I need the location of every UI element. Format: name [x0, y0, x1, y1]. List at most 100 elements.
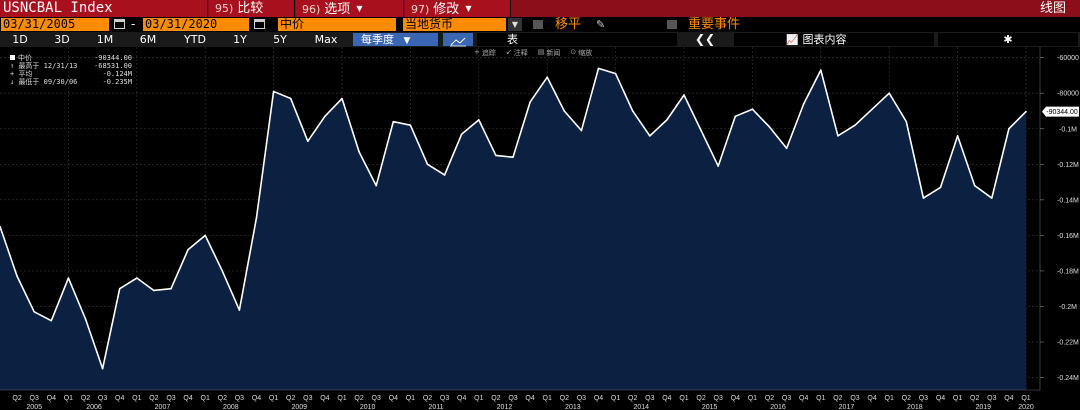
x-quarter-label: Q4: [47, 395, 56, 402]
x-year-label: 2005: [26, 404, 42, 410]
parameter-bar: 03/31/2005 - 03/31/2020 中价 当地货币 ▼ 移平 ✎ 重…: [0, 17, 1080, 32]
annotate-icon: ↙: [505, 48, 512, 56]
chevron-down-icon: ▼: [356, 4, 363, 13]
gear-icon[interactable]: ✱: [938, 33, 1078, 46]
chevron-down-icon[interactable]: ▼: [508, 18, 522, 31]
chart-area[interactable]: -60000 -80000 -0.1M -0.12M -0.14M -0.16M -0.18…: [0, 47, 1080, 410]
data-point: [939, 186, 942, 189]
calendar-icon[interactable]: [114, 19, 125, 29]
x-quarter-label: Q2: [696, 395, 705, 402]
y-tick-label: -0.22M: [1057, 340, 1079, 347]
data-point: [922, 197, 925, 199]
data-point: [153, 289, 155, 292]
data-point: [717, 165, 719, 167]
x-year-label: 2009: [291, 404, 307, 410]
data-point: [101, 367, 104, 370]
period-1y-button[interactable]: 1Y: [226, 33, 254, 46]
zoom-tool[interactable]: ⊙ 缩放: [570, 48, 592, 58]
news-tool[interactable]: ▤ 新闻: [538, 48, 561, 58]
annotate-tool[interactable]: ↙ 注释: [506, 48, 528, 58]
period-3d-button[interactable]: 3D: [48, 33, 76, 46]
x-quarter-label: Q2: [902, 395, 911, 402]
chevron-down-icon: ▼: [465, 4, 472, 13]
currency-select[interactable]: 当地货币: [403, 18, 506, 31]
period-1m-button[interactable]: 1M: [90, 33, 120, 46]
x-quarter-label: Q4: [662, 395, 671, 402]
x-year-label: 2008: [223, 404, 239, 410]
period-1d-button[interactable]: 1D: [8, 33, 32, 46]
data-point: [597, 67, 600, 70]
period-ytd-button[interactable]: YTD: [176, 33, 214, 46]
data-point: [84, 318, 87, 320]
track-tool[interactable]: + 追踪: [474, 48, 496, 58]
x-quarter-label: Q3: [508, 395, 517, 402]
x-quarter-label: Q3: [577, 395, 586, 402]
chart-content-label: 图表内容: [802, 33, 847, 46]
chart-content-button[interactable]: 📈 图表内容: [734, 33, 934, 46]
period-6m-button[interactable]: 6M: [133, 33, 163, 46]
y-tick-label: -0.2M: [1059, 304, 1077, 311]
frequency-label: 每季度: [361, 33, 394, 46]
data-point: [307, 140, 309, 142]
ticker-field[interactable]: USNCBAL Index: [0, 0, 208, 17]
x-quarter-label: Q3: [440, 395, 449, 402]
x-quarter-label: Q3: [714, 395, 723, 402]
area-chart: -60000 -80000 -0.1M -0.12M -0.14M -0.16M -0.18…: [0, 47, 1080, 410]
data-point: [580, 129, 583, 132]
events-label[interactable]: 重要事件: [688, 17, 740, 32]
start-date-field[interactable]: 03/31/2005: [1, 18, 109, 31]
frequency-select[interactable]: 每季度 ▼: [353, 33, 438, 46]
x-quarter-label: Q4: [731, 395, 740, 402]
x-year-label: 2013: [565, 404, 581, 410]
y-tick-label: -0.16M: [1057, 233, 1079, 240]
annotate-tool-label: 注释: [513, 49, 528, 57]
data-point: [546, 76, 548, 79]
modify-button[interactable]: 97) 修改 ▼: [405, 0, 511, 17]
data-point: [666, 119, 668, 121]
x-quarter-label: Q3: [235, 395, 244, 402]
data-point: [1008, 127, 1010, 130]
events-checkbox[interactable]: [667, 20, 677, 29]
legend-value: -0.235M: [102, 78, 132, 86]
legend-label: 最高于 12/31/13: [18, 62, 78, 70]
x-year-label: 2014: [633, 404, 649, 410]
moving-average-checkbox[interactable]: [533, 20, 543, 29]
chart-legend: 中价 -90344.00 ↑ 最高于 12/31/13 -68531.00 + 平均…: [10, 54, 132, 86]
data-point: [768, 126, 771, 128]
legend-row-high: ↑ 最高于 12/31/13 -68531.00: [10, 62, 132, 70]
options-button[interactable]: 96) 选项 ▼: [296, 0, 404, 17]
legend-value: -68531.00: [94, 62, 132, 70]
x-year-label: 2010: [360, 404, 376, 410]
period-toolbar: 1D 3D 1M 6M YTD 1Y 5Y Max 每季度 ▼ 表 ❮❮ 📈 图表…: [0, 32, 1080, 47]
double-chevron-left-icon[interactable]: ❮❮: [680, 33, 730, 46]
x-quarter-label: Q1: [269, 395, 278, 402]
calendar-icon[interactable]: [254, 19, 265, 29]
compare-label: 比较: [237, 1, 264, 16]
period-max-button[interactable]: Max: [308, 33, 344, 46]
y-tick-label: -0.1M: [1059, 126, 1077, 133]
data-point: [871, 108, 873, 111]
data-point: [854, 124, 856, 126]
x-quarter-label: Q3: [850, 395, 859, 402]
legend-row-low: ↓ 最低于 09/30/06 -0.235M: [10, 78, 132, 86]
data-point: [443, 174, 446, 176]
moving-average-label[interactable]: 移平: [555, 17, 581, 32]
chart-type-label[interactable]: 线图: [1040, 0, 1066, 17]
x-year-label: 2006: [86, 404, 102, 410]
x-quarter-label: Q1: [611, 395, 620, 402]
price-field-select[interactable]: 中价: [278, 18, 396, 31]
compare-button[interactable]: 95) 比较: [209, 0, 295, 17]
track-tool-label: 追踪: [481, 49, 496, 57]
period-5y-button[interactable]: 5Y: [266, 33, 294, 46]
data-point: [426, 163, 429, 166]
line-chart-button[interactable]: [443, 33, 473, 47]
data-point: [956, 135, 959, 137]
x-quarter-label: Q4: [525, 395, 534, 402]
x-quarter-label: Q4: [867, 395, 876, 402]
data-point: [734, 115, 737, 118]
table-button[interactable]: 表: [477, 33, 677, 46]
last-value-label: -90344.00: [1046, 109, 1078, 116]
end-date-field[interactable]: 03/31/2020: [143, 18, 249, 31]
x-quarter-label: Q2: [628, 395, 637, 402]
pencil-icon[interactable]: ✎: [596, 18, 605, 31]
